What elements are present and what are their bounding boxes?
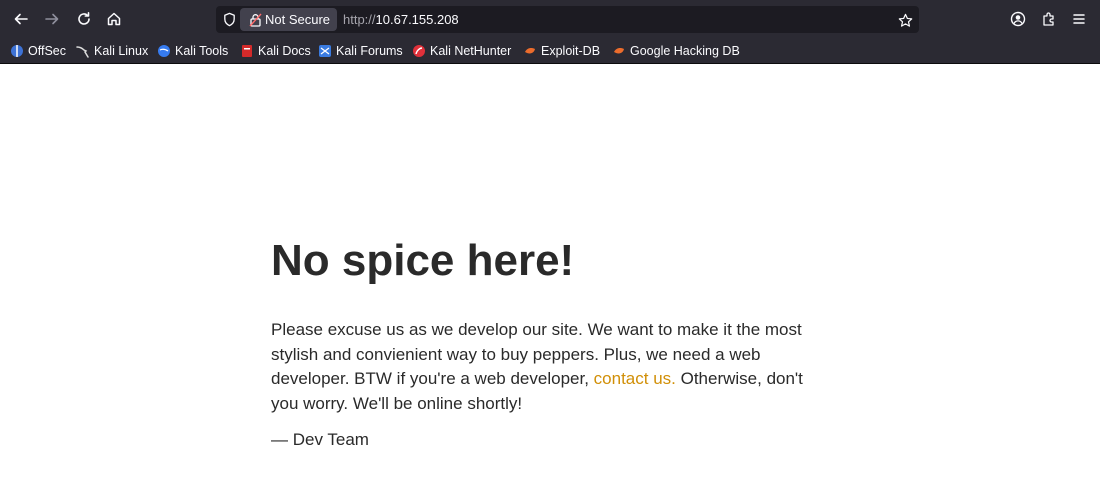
signature: — Dev Team xyxy=(271,430,369,449)
bookmark-google-hacking-db[interactable]: Google Hacking DB xyxy=(612,41,740,60)
bookmark-kali-forums[interactable]: Kali Forums xyxy=(318,41,403,60)
extensions-button[interactable] xyxy=(1038,8,1060,30)
contact-us-link[interactable]: contact us. xyxy=(594,369,676,388)
bookmark-exploit-db[interactable]: Exploit-DB xyxy=(523,41,600,60)
bookmark-star-button[interactable] xyxy=(895,10,915,30)
page-heading: No spice here! xyxy=(271,236,575,285)
exploit-db-icon xyxy=(523,44,537,58)
bookmark-offsec[interactable]: OffSec xyxy=(10,41,66,60)
bookmark-label: Google Hacking DB xyxy=(630,43,740,58)
back-button[interactable] xyxy=(9,7,33,31)
tracking-protection-shield-icon[interactable] xyxy=(221,11,238,28)
kali-tools-icon xyxy=(157,44,171,58)
bookmark-label: Exploit-DB xyxy=(541,43,601,58)
home-button[interactable] xyxy=(102,7,126,31)
bookmark-kali-docs[interactable]: Kali Docs xyxy=(240,41,311,60)
bookmark-label: Kali NetHunter xyxy=(430,43,512,58)
bookmark-kali-nethunter[interactable]: Kali NetHunter xyxy=(412,41,511,60)
puzzle-icon xyxy=(1043,12,1054,26)
bookmark-kali-linux[interactable]: Kali Linux xyxy=(76,41,148,60)
menu-button[interactable] xyxy=(1068,8,1090,30)
star-icon xyxy=(898,13,912,27)
intro-paragraph: Please excuse us as we develop our site.… xyxy=(271,318,821,416)
forward-button[interactable] xyxy=(40,7,64,31)
bookmark-label: Kali Linux xyxy=(94,43,149,58)
reload-icon xyxy=(78,12,90,25)
bookmark-kali-tools[interactable]: Kali Tools xyxy=(157,41,228,60)
kali-dragon-icon xyxy=(76,44,90,58)
bookmark-label: OffSec xyxy=(28,43,66,58)
offsec-icon xyxy=(10,44,24,58)
insecure-lock-icon xyxy=(248,13,262,27)
kali-docs-icon xyxy=(240,44,254,58)
browser-chrome: Not Secure http://10.67.155.208 OffSec K… xyxy=(0,0,1100,64)
bookmark-label: Kali Docs xyxy=(258,43,311,58)
url-text[interactable]: http://10.67.155.208 xyxy=(343,12,459,27)
bookmarks-toolbar: OffSec Kali Linux Kali Tools Kali Docs K… xyxy=(0,38,1100,63)
navigation-toolbar: Not Secure http://10.67.155.208 xyxy=(0,0,1100,38)
account-button[interactable] xyxy=(1007,8,1029,30)
security-indicator[interactable]: Not Secure xyxy=(240,8,337,31)
hamburger-menu-icon xyxy=(1073,14,1085,24)
reload-button[interactable] xyxy=(72,7,96,31)
url-host: 10.67.155.208 xyxy=(375,12,459,27)
arrow-right-icon xyxy=(45,13,59,25)
home-icon xyxy=(107,12,121,26)
address-bar[interactable]: Not Secure http://10.67.155.208 xyxy=(216,6,919,33)
ghdb-icon xyxy=(612,44,626,58)
url-scheme: http:// xyxy=(343,12,376,27)
account-icon xyxy=(1010,11,1026,27)
bookmark-label: Kali Tools xyxy=(175,43,229,58)
page-content: No spice here! Please excuse us as we de… xyxy=(271,238,831,452)
security-label: Not Secure xyxy=(265,12,331,27)
arrow-left-icon xyxy=(14,13,28,25)
kali-forums-icon xyxy=(318,44,332,58)
nethunter-icon xyxy=(412,44,426,58)
bookmark-label: Kali Forums xyxy=(336,43,403,58)
